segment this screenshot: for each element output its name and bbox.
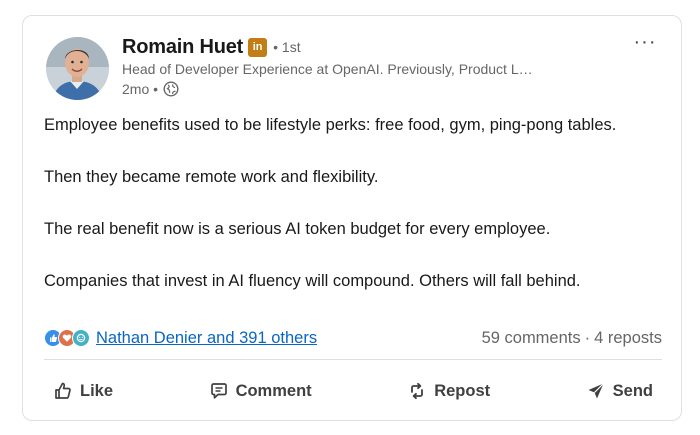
author-name[interactable]: Romain Huet <box>122 36 243 59</box>
connection-degree: • 1st <box>273 39 301 55</box>
reposts-count-link[interactable]: 4 reposts <box>594 329 662 347</box>
linkedin-premium-badge-icon: in <box>248 37 268 57</box>
like-label: Like <box>80 381 114 400</box>
divider <box>44 359 662 360</box>
count-separator: · <box>584 328 591 347</box>
post-paragraph: Employee benefits used to be lifestyle p… <box>44 116 617 134</box>
post-actions-bar: Like Comment Repost Send <box>53 376 653 406</box>
send-button[interactable]: Send <box>586 381 653 401</box>
comment-label: Comment <box>235 381 312 400</box>
insightful-icon <box>72 329 90 347</box>
social-counts: Nathan Denier and 391 others 59 comments… <box>44 326 662 350</box>
send-icon <box>586 381 613 401</box>
engagement-counts: 59 comments · 4 reposts <box>482 329 662 348</box>
post-text: Employee benefits used to be lifestyle p… <box>44 112 669 294</box>
comments-count-link[interactable]: 59 comments <box>482 329 581 347</box>
reactions-summary[interactable]: Nathan Denier and 391 others <box>44 329 317 348</box>
repost-label: Repost <box>434 381 491 400</box>
post-paragraph: Companies that invest in AI fluency will… <box>44 272 581 290</box>
globe-icon <box>163 81 179 97</box>
author-avatar[interactable] <box>46 37 109 100</box>
post-paragraph: The real benefit now is a serious AI tok… <box>44 220 551 238</box>
repost-icon <box>407 381 434 401</box>
comment-icon <box>209 381 236 401</box>
send-label: Send <box>612 381 653 400</box>
post-meta: 2mo • <box>122 80 179 98</box>
comment-button[interactable]: Comment <box>209 381 312 401</box>
like-button[interactable]: Like <box>53 381 113 401</box>
post-paragraph: Then they became remote work and flexibi… <box>44 168 379 186</box>
post-card: Romain Huet in • 1st Head of Developer E… <box>22 15 682 421</box>
more-options-icon[interactable]: ··· <box>631 28 659 56</box>
post-time: 2mo • <box>122 81 159 97</box>
thumbs-up-icon <box>53 381 80 401</box>
reaction-icons <box>44 329 90 347</box>
repost-button[interactable]: Repost <box>407 381 490 401</box>
author-headline: Head of Developer Experience at OpenAI. … <box>122 61 533 77</box>
author-name-row: Romain Huet in • 1st <box>122 34 301 60</box>
reactors-link[interactable]: Nathan Denier and 391 others <box>96 329 317 348</box>
